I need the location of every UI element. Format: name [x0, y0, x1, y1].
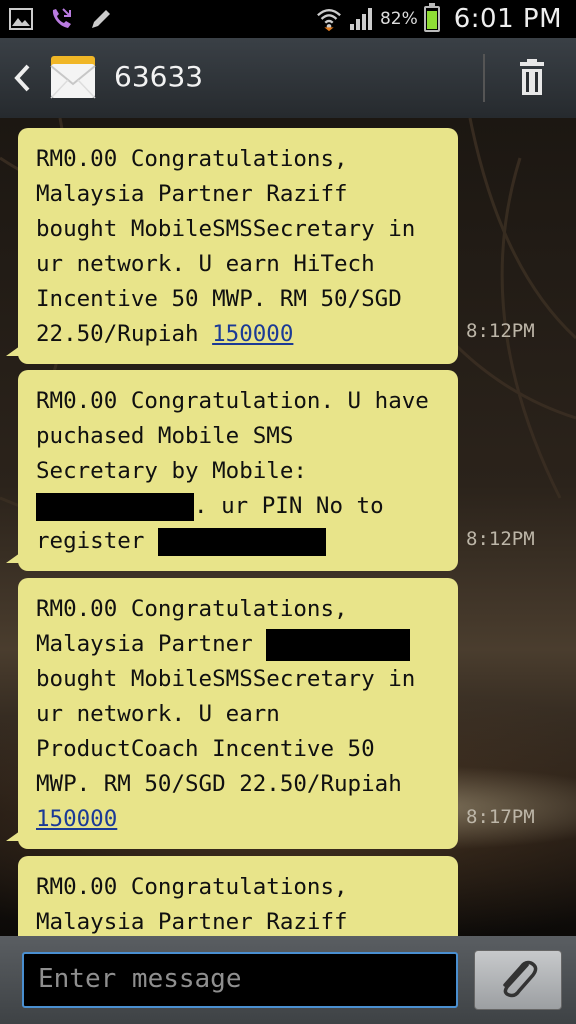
message-timestamp: 8:12PM: [466, 528, 535, 550]
battery-icon: [423, 3, 440, 32]
message-timestamp: 8:17PM: [466, 806, 535, 828]
bubble-tail: [6, 553, 20, 563]
message-bubble[interactable]: RM0.00 Congratulations, Malaysia Partner…: [18, 856, 458, 936]
message-line: Malaysia Partner Raziff: [36, 181, 348, 207]
action-bar: 63633: [0, 38, 576, 120]
composer-bar: Enter message: [0, 936, 576, 1024]
back-arrow-icon[interactable]: [12, 62, 32, 94]
message-line: MWP. RM 50/SGD 22.50/Rupiah: [36, 771, 402, 797]
message-app-icon[interactable]: [48, 52, 98, 102]
message-bubble[interactable]: RM0.00 Congratulations, Malaysia Partner…: [6, 128, 458, 364]
signal-icon: [348, 6, 374, 32]
missed-call-icon: [48, 6, 74, 32]
bubble-tail: [6, 346, 20, 356]
redacted-pin: [157, 527, 326, 556]
bubble-tail: [6, 831, 20, 841]
message-line: RM0.00 Congratulation. U have: [36, 388, 429, 414]
message-line: . ur PIN No to: [194, 493, 384, 519]
message-line: bought MobileSMSSecretary in: [36, 216, 416, 242]
header-divider: [483, 54, 485, 102]
message-bubble[interactable]: RM0.00 Congratulations, Malaysia Partner…: [6, 578, 458, 849]
message-line: ur network. U earn: [36, 701, 280, 727]
message-link[interactable]: 150000: [36, 806, 117, 832]
message-line: Incentive 50 MWP. RM 50/SGD: [36, 286, 402, 312]
message-line: 22.50/Rupiah: [36, 321, 213, 347]
redacted-phone-number: [36, 492, 194, 521]
message-line: register: [36, 528, 158, 554]
battery-percent: 82%: [379, 9, 418, 29]
message-line: Secretary by Mobile:: [36, 458, 307, 484]
redacted-partner-name: [266, 628, 411, 661]
message-line: puchased Mobile SMS: [36, 423, 294, 449]
gallery-notification-icon: [8, 6, 34, 32]
message-timestamp: 8:12PM: [466, 320, 535, 342]
message-line: RM0.00 Congratulations,: [36, 874, 348, 900]
message-line: bought MobileSMSSecretary in: [36, 666, 416, 692]
delete-icon[interactable]: [512, 58, 552, 98]
message-link[interactable]: 150000: [212, 321, 293, 347]
message-line: Malaysia Partner: [36, 631, 267, 657]
paperclip-icon: [503, 960, 538, 998]
edit-notification-icon: [88, 6, 114, 32]
wifi-icon: [316, 6, 342, 32]
clock: 6:01 PM: [453, 4, 562, 34]
status-bar: 82% 6:01 PM: [0, 0, 576, 38]
conversation-title: 63633: [114, 60, 204, 93]
message-bubble[interactable]: RM0.00 Congratulation. U have puchased M…: [6, 370, 458, 571]
message-line: RM0.00 Congratulations,: [36, 596, 348, 622]
message-line: ur network. U earn HiTech: [36, 251, 375, 277]
message-input[interactable]: Enter message: [22, 952, 458, 1008]
message-line: Malaysia Partner Raziff: [36, 909, 348, 935]
message-line: ProductCoach Incentive 50: [36, 736, 375, 762]
attach-button[interactable]: [474, 950, 562, 1010]
message-line: RM0.00 Congratulations,: [36, 146, 348, 172]
conversation-list[interactable]: RM0.00 Congratulations, Malaysia Partner…: [0, 118, 576, 936]
